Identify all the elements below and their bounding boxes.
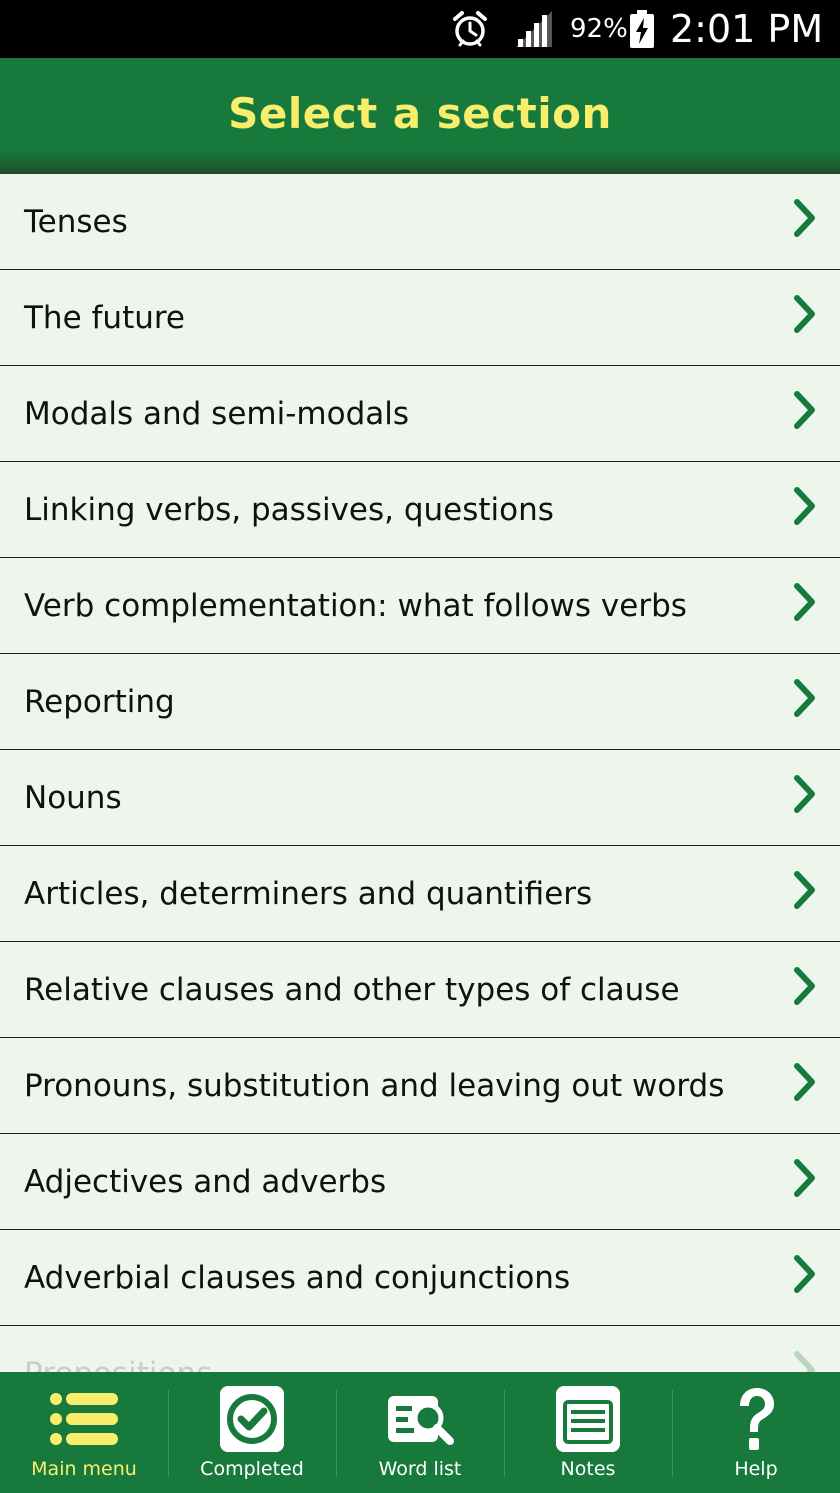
section-list[interactable]: Tenses The future Modals and semi-modals Li… <box>0 174 840 1372</box>
clock-time: 2:01 PM <box>670 7 824 51</box>
chevron-right-icon <box>794 1159 815 1197</box>
chevron-right-icon <box>794 1255 815 1293</box>
section-item[interactable]: Linking verbs, passives, questions <box>0 462 840 558</box>
nav-label-word-list: Word list <box>378 1458 462 1480</box>
section-item-label: Reporting <box>24 684 175 720</box>
chevron-right-icon <box>794 295 815 333</box>
notes-icon <box>552 1386 624 1454</box>
chevron-right-icon <box>794 871 815 909</box>
section-item-label: The future <box>24 300 186 336</box>
chevron-right-icon <box>794 391 815 429</box>
nav-word-list[interactable]: Word list <box>336 1372 504 1493</box>
nav-help[interactable]: Help <box>672 1372 840 1493</box>
section-item[interactable]: Relative clauses and other types of clau… <box>0 942 840 1038</box>
section-item[interactable]: Nouns <box>0 750 840 846</box>
section-item[interactable]: Adjectives and adverbs <box>0 1134 840 1230</box>
nav-notes[interactable]: Notes <box>504 1372 672 1493</box>
section-item[interactable]: Reporting <box>0 654 840 750</box>
section-item-label: Prepositions <box>24 1326 212 1372</box>
section-item-label: Articles, determiners and quantifiers <box>24 876 593 912</box>
question-icon <box>720 1386 792 1454</box>
word-search-icon <box>384 1386 456 1454</box>
bottom-nav: Main menu Completed Word list Notes Help <box>0 1372 840 1493</box>
checkmark-icon <box>216 1386 288 1454</box>
status-bar: 92% 2:01 PM <box>0 0 840 58</box>
page-title: Select a section <box>228 88 612 138</box>
section-item-label: Linking verbs, passives, questions <box>24 492 554 528</box>
chevron-right-icon <box>794 199 815 237</box>
section-item[interactable]: Tenses <box>0 174 840 270</box>
nav-label-help: Help <box>734 1458 778 1480</box>
section-item-label: Adjectives and adverbs <box>24 1164 387 1200</box>
nav-label-main-menu: Main menu <box>31 1458 137 1480</box>
section-item-label: Modals and semi-modals <box>24 396 410 432</box>
nav-label-notes: Notes <box>560 1458 616 1480</box>
chevron-right-icon <box>794 967 815 1005</box>
chevron-right-icon <box>794 1063 815 1101</box>
section-item[interactable]: Modals and semi-modals <box>0 366 840 462</box>
section-item[interactable]: Articles, determiners and quantifiers <box>0 846 840 942</box>
section-item-label: Nouns <box>24 780 122 816</box>
chevron-right-icon <box>794 775 815 813</box>
screen: 92% 2:01 PM Select a section Tenses The f… <box>0 0 840 1493</box>
section-item-label: Verb complementation: what follows verbs <box>24 588 687 624</box>
section-item-label: Relative clauses and other types of clau… <box>24 972 680 1008</box>
battery-charging-icon <box>629 0 655 58</box>
nav-completed[interactable]: Completed <box>168 1372 336 1493</box>
nav-label-completed: Completed <box>200 1458 304 1480</box>
section-item-label: Pronouns, substitution and leaving out w… <box>24 1068 725 1104</box>
section-item[interactable]: Verb complementation: what follows verbs <box>0 558 840 654</box>
app-header: Select a section <box>0 58 840 174</box>
chevron-right-icon <box>794 487 815 525</box>
nav-main-menu[interactable]: Main menu <box>0 1372 168 1493</box>
section-item[interactable]: Pronouns, substitution and leaving out w… <box>0 1038 840 1134</box>
battery-percent: 92% <box>570 14 628 44</box>
section-item-label: Adverbial clauses and conjunctions <box>24 1260 571 1296</box>
signal-icon <box>514 0 554 58</box>
chevron-right-icon <box>794 583 815 621</box>
chevron-right-icon <box>794 1351 815 1372</box>
alarm-icon <box>450 0 490 58</box>
section-item[interactable]: Adverbial clauses and conjunctions <box>0 1230 840 1326</box>
section-item[interactable]: Prepositions <box>0 1326 840 1372</box>
list-icon <box>48 1386 120 1454</box>
chevron-right-icon <box>794 679 815 717</box>
section-item-label: Tenses <box>24 204 128 240</box>
section-item[interactable]: The future <box>0 270 840 366</box>
